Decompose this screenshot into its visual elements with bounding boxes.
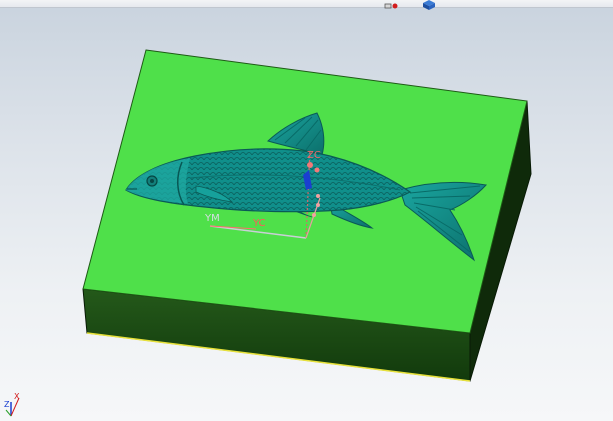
csys-label-yc: YC	[252, 218, 266, 229]
wcs-label-x: X	[14, 392, 20, 401]
csys-label-ym: YM	[204, 213, 220, 224]
graphics-viewport[interactable]: YM YC ZC X Z	[0, 0, 613, 421]
wcs-label-z: Z	[4, 400, 10, 409]
wcs-triad-icon: X Z	[4, 392, 20, 417]
csys-label-zc: ZC	[307, 150, 321, 161]
model-scene[interactable]: YM YC ZC	[0, 0, 613, 421]
